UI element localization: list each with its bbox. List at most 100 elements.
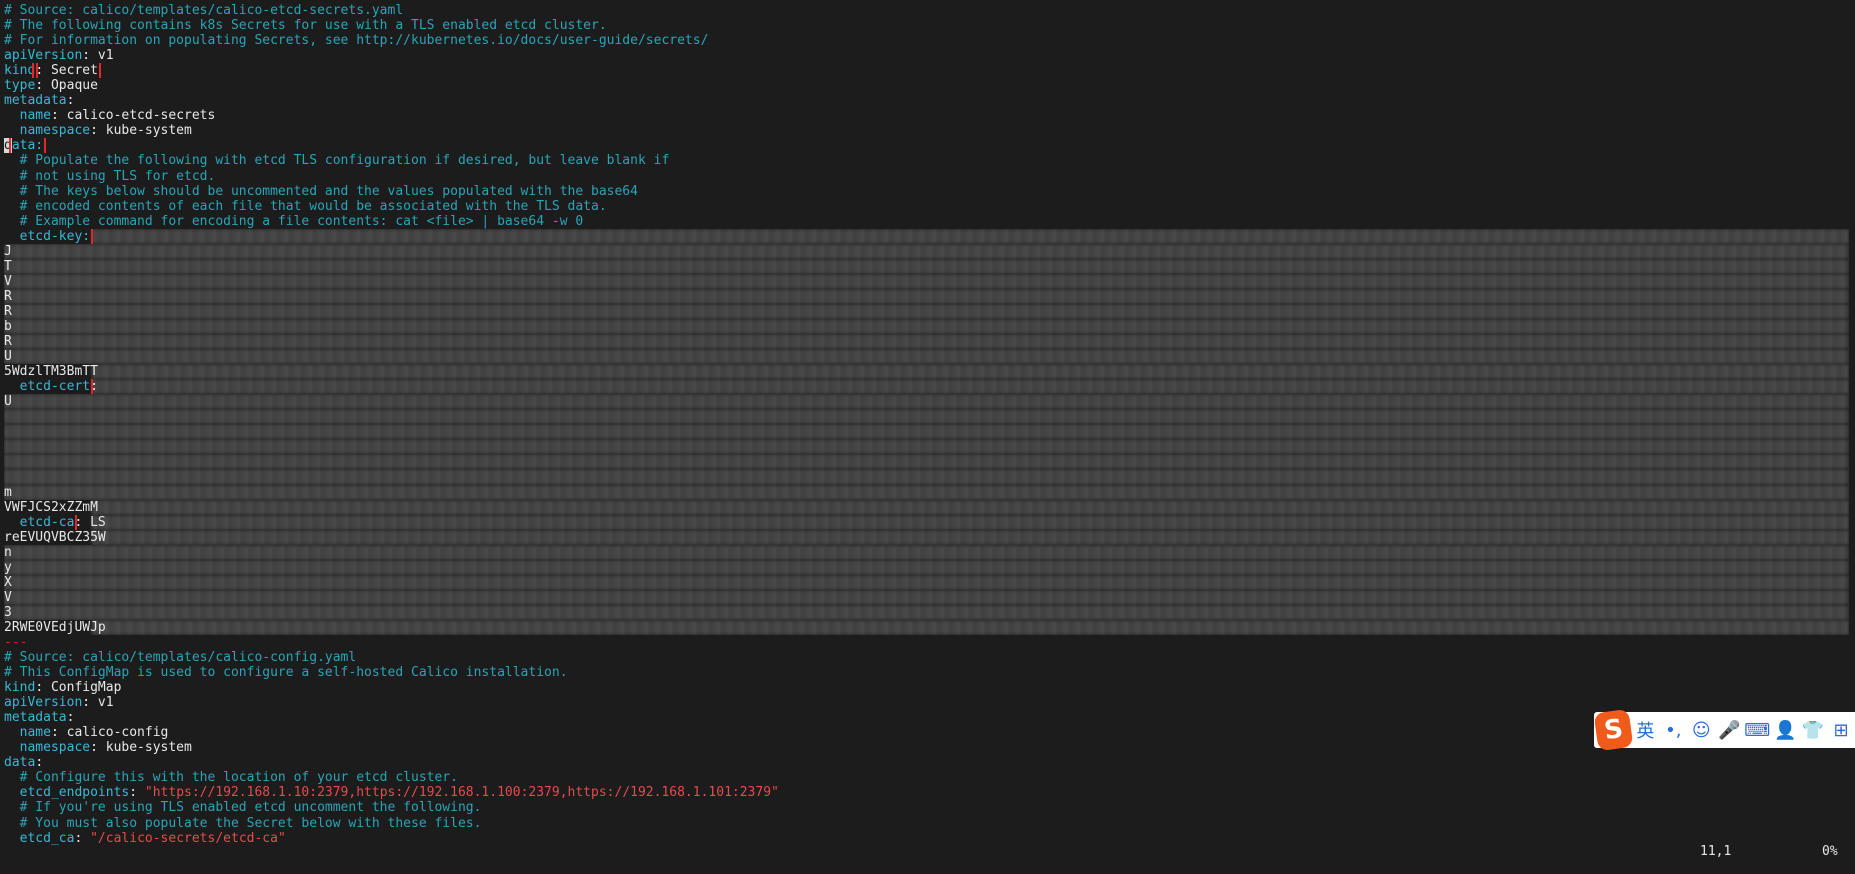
toolbox-icon[interactable]: ⊞ bbox=[1827, 715, 1855, 745]
text-token: # Example command for encoding a file co… bbox=[4, 213, 584, 229]
editor-line[interactable]: namespace: kube-system bbox=[4, 740, 1849, 755]
line-text: # The following contains k8s Secrets for… bbox=[4, 18, 607, 33]
editor-line[interactable]: J bbox=[4, 243, 1849, 259]
editor-line[interactable]: # You must also populate the Secret belo… bbox=[4, 816, 1849, 831]
editor-line[interactable]: R bbox=[4, 303, 1849, 319]
language-toggle[interactable]: 英 bbox=[1631, 715, 1659, 745]
emoji-icon[interactable]: ☺ bbox=[1687, 715, 1715, 745]
editor-line[interactable]: # Example command for encoding a file co… bbox=[4, 214, 1849, 229]
user-icon[interactable]: 👤 bbox=[1771, 715, 1799, 745]
line-text: 5WdzlTM3BmTT bbox=[4, 364, 98, 379]
editor-line[interactable]: metadata: bbox=[4, 710, 1849, 725]
editor-line[interactable]: y bbox=[4, 559, 1849, 575]
keyboard-icon[interactable]: ⌨ bbox=[1743, 715, 1771, 745]
text-token: T bbox=[4, 258, 12, 274]
text-token: # not using TLS for etcd. bbox=[4, 168, 216, 184]
line-text: etcd_endpoints: "https://192.168.1.10:23… bbox=[4, 785, 779, 800]
editor-line[interactable]: 5WdzlTM3BmTT bbox=[4, 364, 1849, 380]
line-text: n bbox=[4, 545, 12, 560]
editor-line[interactable]: name: calico-config bbox=[4, 725, 1849, 740]
punctuation-icon[interactable]: •, bbox=[1659, 715, 1687, 745]
text-token: data bbox=[4, 755, 36, 771]
editor-line[interactable]: apiVersion: v1 bbox=[4, 48, 1849, 63]
editor-line[interactable]: # The following contains k8s Secrets for… bbox=[4, 18, 1849, 33]
editor-line[interactable]: R bbox=[4, 288, 1849, 304]
text-token: U bbox=[4, 349, 12, 365]
sogou-logo-icon[interactable]: S bbox=[1593, 708, 1634, 752]
editor-line[interactable]: # This ConfigMap is used to configure a … bbox=[4, 665, 1849, 680]
redacted-region bbox=[4, 424, 1849, 440]
editor-line[interactable]: m bbox=[4, 484, 1849, 500]
editor-line[interactable]: U bbox=[4, 349, 1849, 365]
highlighted-token: etcd-ca bbox=[4, 514, 78, 530]
editor-line[interactable]: # encoded contents of each file that wou… bbox=[4, 199, 1849, 214]
editor-line[interactable]: 3 bbox=[4, 604, 1849, 620]
editor-line[interactable]: T bbox=[4, 258, 1849, 274]
line-text: name: calico-etcd-secrets bbox=[4, 108, 216, 123]
editor-line[interactable]: data: bbox=[4, 755, 1849, 770]
editor-buffer[interactable]: # Source: calico/templates/calico-etcd-s… bbox=[4, 3, 1849, 846]
editor-line[interactable]: kind: ConfigMap bbox=[4, 680, 1849, 695]
text-token: n bbox=[4, 544, 12, 560]
editor-line[interactable]: VWFJCS2xZZmM bbox=[4, 499, 1849, 515]
editor-line[interactable]: etcd-ca: LS bbox=[4, 514, 1849, 530]
editor-line[interactable]: V bbox=[4, 273, 1849, 289]
editor-line[interactable]: # Configure this with the location of yo… bbox=[4, 770, 1849, 785]
editor-line[interactable]: 2RWE0VEdjUWJp bbox=[4, 619, 1849, 635]
editor-line[interactable]: # Populate the following with etcd TLS c… bbox=[4, 153, 1849, 168]
editor-line[interactable]: # The keys below should be uncommented a… bbox=[4, 184, 1849, 199]
editor-line[interactable] bbox=[4, 439, 1849, 455]
editor-line[interactable]: etcd_endpoints: "https://192.168.1.10:23… bbox=[4, 785, 1849, 800]
editor-line[interactable]: V bbox=[4, 589, 1849, 605]
redacted-region bbox=[4, 469, 1849, 485]
editor-line[interactable]: n bbox=[4, 544, 1849, 560]
editor-line[interactable] bbox=[4, 469, 1849, 485]
line-text: X bbox=[4, 575, 12, 590]
line-text: type: Opaque bbox=[4, 78, 98, 93]
editor-line[interactable]: # Source: calico/templates/calico-etcd-s… bbox=[4, 3, 1849, 18]
text-cursor: d bbox=[4, 138, 12, 154]
editor-line[interactable]: data: bbox=[4, 138, 1849, 154]
editor-line[interactable]: apiVersion: v1 bbox=[4, 695, 1849, 710]
editor-line[interactable] bbox=[4, 454, 1849, 470]
text-token: etcd_ca bbox=[4, 830, 75, 846]
editor-line[interactable]: reEVUQVBCZ35W bbox=[4, 529, 1849, 545]
text-token: 2RWE0VEdjUWJp bbox=[4, 619, 106, 635]
text-token: V bbox=[4, 589, 12, 605]
text-token: # The following contains k8s Secrets for… bbox=[4, 18, 607, 34]
text-token: apiVersion bbox=[4, 695, 83, 711]
editor-line[interactable]: # not using TLS for etcd. bbox=[4, 169, 1849, 184]
editor-line[interactable]: U bbox=[4, 394, 1849, 410]
editor-line[interactable]: etcd-cert: bbox=[4, 379, 1849, 395]
editor-line[interactable]: type: Opaque bbox=[4, 78, 1849, 93]
microphone-icon[interactable]: 🎤 bbox=[1715, 715, 1743, 745]
line-text: etcd_ca: "/calico-secrets/etcd-ca" bbox=[4, 831, 286, 846]
editor-line[interactable]: # If you're using TLS enabled etcd uncom… bbox=[4, 800, 1849, 815]
editor-line[interactable]: b bbox=[4, 318, 1849, 335]
editor-line[interactable]: # For information on populating Secrets,… bbox=[4, 33, 1849, 48]
line-text: etcd-key: bbox=[4, 228, 94, 244]
editor-line[interactable]: namespace: kube-system bbox=[4, 123, 1849, 138]
line-text: 3 bbox=[4, 605, 12, 620]
editor-line[interactable]: metadata: bbox=[4, 93, 1849, 108]
text-token: apiVersion bbox=[4, 48, 83, 64]
line-text: --- bbox=[4, 635, 27, 650]
text-token: # encoded contents of each file that wou… bbox=[4, 198, 607, 214]
editor-line[interactable]: etcd-key: bbox=[4, 228, 1849, 244]
editor-line[interactable]: X bbox=[4, 574, 1849, 590]
editor-line[interactable]: --- bbox=[4, 635, 1849, 650]
editor-line[interactable]: R bbox=[4, 334, 1849, 350]
skin-icon[interactable]: 👕 bbox=[1799, 715, 1827, 745]
scroll-percent: 0% bbox=[1822, 844, 1838, 859]
line-text: # encoded contents of each file that wou… bbox=[4, 199, 607, 214]
text-token: R bbox=[4, 303, 12, 319]
editor-line[interactable]: name: calico-etcd-secrets bbox=[4, 108, 1849, 123]
redacted-region bbox=[92, 228, 1849, 244]
editor-line[interactable]: # Source: calico/templates/calico-config… bbox=[4, 650, 1849, 665]
redacted-region bbox=[4, 544, 1849, 560]
editor-line[interactable] bbox=[4, 424, 1849, 440]
redacted-region bbox=[4, 559, 1849, 575]
editor-line[interactable] bbox=[4, 409, 1849, 425]
editor-line[interactable]: kind: Secret bbox=[4, 63, 1849, 79]
ime-toolbar[interactable]: S 英 •, ☺ 🎤 ⌨ 👤 👕 ⊞ bbox=[1593, 708, 1855, 752]
